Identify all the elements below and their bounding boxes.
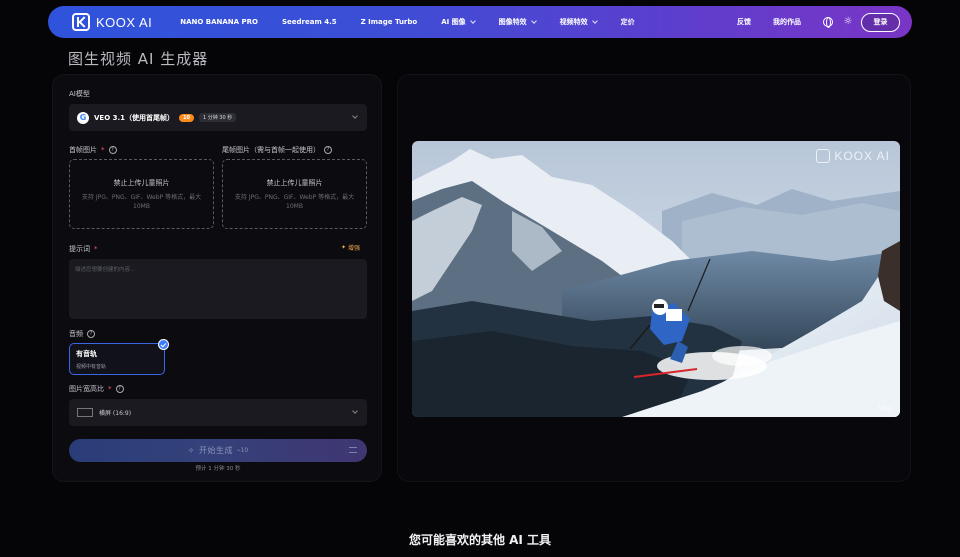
help-icon[interactable]: ? [115, 385, 124, 393]
enhance-button[interactable]: ✦ 增强 [341, 243, 360, 252]
generator-form: AI模型 G VEO 3.1（使用首尾帧） 10 1 分钟 30 秒 首帧图片 *… [52, 74, 382, 482]
check-icon [158, 339, 169, 350]
koox-logo-icon [72, 13, 90, 31]
enhance-label: 增强 [347, 245, 360, 252]
chevron-down-icon [591, 18, 598, 24]
nav-item-label: Seedream 4.5 [282, 18, 337, 26]
required-mark: * [101, 146, 105, 154]
audio-option-with-track[interactable]: 有音轨 视频中有音轨 [69, 339, 169, 375]
first-frame-label: 首帧图片 *? [69, 145, 117, 155]
nav-item-z-image-turbo[interactable]: Z Image Turbo [361, 18, 418, 26]
feedback-link[interactable]: 反馈 [737, 17, 751, 27]
nav-item-video-effects[interactable]: 视频特效 [559, 17, 598, 27]
chevron-down-icon [530, 18, 537, 24]
nav-item-seedream[interactable]: Seedream 4.5 [282, 18, 337, 26]
watermark-text: KOOX AI [834, 149, 890, 163]
top-nav: KOOX AI NANO BANANA PRO Seedream 4.5 Z I… [48, 6, 912, 38]
model-label-text: AI模型 [69, 90, 90, 98]
koox-logo-icon [816, 149, 831, 163]
prompt-input[interactable]: 描述您想要创建的内容... [69, 259, 367, 319]
model-select[interactable]: G VEO 3.1（使用首尾帧） 10 1 分钟 30 秒 [69, 104, 367, 131]
nav-item-label: Z Image Turbo [360, 18, 418, 26]
chevron-down-icon [352, 408, 358, 414]
sparkle-icon: ✧ [187, 446, 195, 455]
help-icon[interactable]: ? [87, 330, 95, 338]
ratio-label: 图片宽高比 *? [69, 384, 124, 394]
upload-hint: 支持 JPG、PNG、GIF、WebP 等格式，最大 10MB [234, 193, 355, 210]
nav-item-label: NANO BANANA PRO [180, 18, 258, 26]
last-frame-label: 尾帧图片（需与首帧一起使用）? [222, 145, 332, 155]
menu-icon [349, 447, 357, 453]
last-frame-label-text: 尾帧图片（需与首帧一起使用） [222, 146, 320, 154]
mountain-ski-scene [412, 141, 900, 417]
generate-button[interactable]: ✧ 开始生成 ⌁10 [69, 439, 367, 462]
chevron-down-icon [469, 18, 476, 24]
sun-icon[interactable]: ☼ [843, 17, 853, 27]
first-frame-label-text: 首帧图片 [69, 146, 97, 154]
nav-item-label: 视频特效 [559, 18, 588, 26]
upload-warning: 禁止上传儿童照片 [266, 178, 323, 187]
preview-panel: KOOX AI Veo [397, 74, 911, 482]
logo-text: KOOX AI [96, 14, 153, 30]
model-name: VEO 3.1（使用首尾帧） [94, 113, 174, 122]
my-works-link[interactable]: 我的作品 [773, 17, 801, 27]
watermark: KOOX AI [816, 149, 890, 163]
login-button[interactable]: 登录 [861, 12, 900, 32]
page-title: 图生视频 AI 生成器 [68, 50, 209, 68]
audio-option-title: 有音轨 [76, 350, 97, 358]
upload-hint: 支持 JPG、PNG、GIF、WebP 等格式，最大 10MB [81, 193, 202, 210]
nav-item-pricing[interactable]: 定价 [621, 17, 635, 27]
model-label: AI模型 [69, 89, 90, 99]
required-mark: * [94, 245, 98, 253]
nav-item-label: 定价 [620, 18, 635, 26]
ratio-label-text: 图片宽高比 [69, 385, 104, 393]
generate-cost: ⌁10 [236, 447, 249, 454]
first-frame-dropzone[interactable]: 禁止上传儿童照片 支持 JPG、PNG、GIF、WebP 等格式，最大 10MB [69, 159, 214, 229]
audio-label-text: 音频 [69, 330, 83, 338]
logo[interactable]: KOOX AI [72, 13, 152, 31]
globe-icon[interactable] [823, 17, 833, 28]
help-icon[interactable]: ? [324, 146, 332, 154]
ratio-value: 横屏 (16:9) [99, 410, 132, 417]
last-frame-dropzone[interactable]: 禁止上传儿童照片 支持 JPG、PNG、GIF、WebP 等格式，最大 10MB [222, 159, 367, 229]
nav-item-image-effects[interactable]: 图像特效 [498, 17, 537, 27]
nav-item-label: 图像特效 [498, 18, 527, 26]
google-icon: G [77, 111, 89, 124]
nav-items: NANO BANANA PRO Seedream 4.5 Z Image Tur… [180, 17, 737, 27]
landscape-ratio-icon [77, 408, 93, 417]
chevron-down-icon [352, 113, 358, 119]
other-tools-heading: 您可能喜欢的其他 AI 工具 [408, 533, 552, 547]
preview-video[interactable]: KOOX AI Veo [412, 141, 900, 417]
cost-badge: 10 [179, 113, 194, 122]
required-mark: * [108, 385, 112, 393]
generate-cost-value: 10 [240, 447, 249, 454]
generate-label: 开始生成 [198, 446, 233, 455]
nav-right: 反馈 我的作品 ☼ 登录 [737, 12, 900, 32]
sparkle-icon: ✦ [340, 244, 346, 251]
help-icon[interactable]: ? [108, 146, 117, 154]
aspect-ratio-select[interactable]: 横屏 (16:9) [69, 399, 367, 426]
audio-label: 音频? [69, 329, 95, 339]
nav-item-label: AI 图像 [441, 18, 466, 26]
nav-item-nano-banana-pro[interactable]: NANO BANANA PRO [180, 18, 258, 26]
estimate-time: 预计 1 分钟 30 秒 [195, 466, 241, 472]
time-badge: 1 分钟 30 秒 [198, 113, 237, 122]
audio-option-sub: 视频中有音轨 [76, 364, 107, 370]
nav-item-ai-image[interactable]: AI 图像 [441, 17, 476, 27]
upload-warning: 禁止上传儿童照片 [113, 178, 170, 187]
prompt-label: 提示词 * [69, 244, 98, 254]
veo-mark: Veo [878, 404, 892, 413]
prompt-label-text: 提示词 [69, 245, 90, 253]
